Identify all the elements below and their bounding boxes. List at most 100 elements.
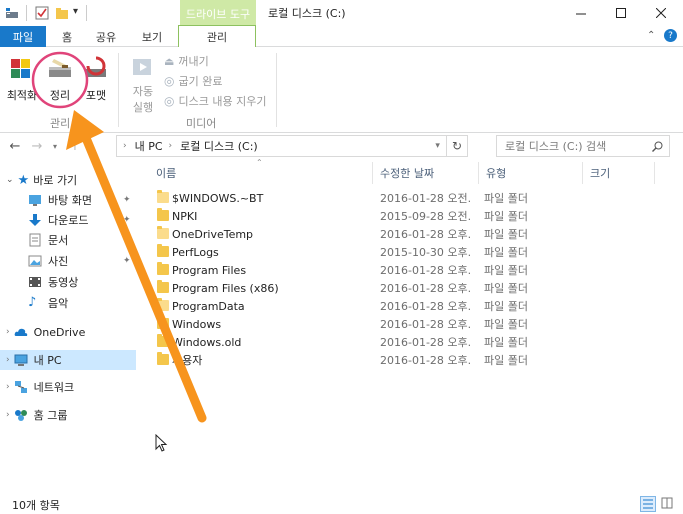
search-icon	[652, 141, 663, 152]
column-header-size[interactable]: 크기	[590, 165, 610, 181]
refresh-icon[interactable]: ↻	[452, 139, 462, 153]
pictures-icon	[28, 255, 42, 267]
nav-item-quick-access[interactable]: ⌄ ★ 바로 가기	[0, 170, 136, 190]
file-row[interactable]: OneDriveTemp 2016-01-28 오후... 파일 폴더	[150, 225, 655, 243]
back-button[interactable]: ←	[6, 137, 24, 155]
large-icons-view-button[interactable]	[660, 496, 676, 512]
ribbon-tab-row: 파일 홈 공유 보기 관리 ⌃ ?	[0, 25, 683, 47]
breadcrumb-this-pc[interactable]: 내 PC	[135, 138, 163, 154]
tab-home[interactable]: 홈	[54, 26, 80, 47]
file-name: Program Files	[172, 263, 247, 277]
finish-burning-label: 굽기 완료	[178, 75, 223, 88]
file-row[interactable]: Program Files (x86) 2016-01-28 오후... 파일 …	[150, 279, 655, 297]
eject-button[interactable]: ⏏ 꺼내기	[164, 53, 209, 69]
erase-disc-button[interactable]: ◎ 디스크 내용 지우기	[164, 93, 266, 109]
collapse-ribbon-icon[interactable]: ⌃	[647, 30, 655, 41]
file-date: 2016-01-28 오후...	[380, 354, 472, 367]
file-type: 파일 폴더	[484, 300, 528, 313]
new-folder-icon[interactable]	[54, 5, 70, 21]
sort-ascending-icon: ⌃	[256, 158, 263, 167]
cleanup-button[interactable]: 정리	[42, 55, 78, 103]
tab-share[interactable]: 공유	[88, 26, 124, 47]
column-divider[interactable]	[478, 162, 479, 184]
tab-manage[interactable]: 관리	[178, 25, 256, 47]
file-row[interactable]: 사용자 2016-01-28 오후... 파일 폴더	[150, 351, 655, 369]
nav-label: 동영상	[48, 276, 79, 289]
pin-icon[interactable]: ✦	[123, 195, 131, 205]
column-divider[interactable]	[372, 162, 373, 184]
tab-view[interactable]: 보기	[134, 26, 170, 47]
column-header-type[interactable]: 유형	[486, 165, 506, 181]
nav-item-downloads[interactable]: 다운로드 ✦	[0, 210, 136, 230]
optimize-button[interactable]: 최적화	[4, 55, 40, 103]
pin-icon[interactable]: ✦	[123, 256, 131, 266]
column-header-modified[interactable]: 수정한 날짜	[380, 165, 434, 181]
computer-icon	[14, 354, 28, 366]
eject-icon: ⏏	[164, 54, 175, 68]
properties-icon[interactable]	[34, 5, 50, 21]
download-arrow-icon	[29, 214, 41, 226]
column-divider[interactable]	[582, 162, 583, 184]
nav-item-documents[interactable]: 문서 ✦	[0, 230, 136, 250]
details-view-button[interactable]	[640, 496, 656, 512]
close-button[interactable]	[638, 0, 683, 26]
nav-label: 음악	[48, 297, 69, 310]
file-row[interactable]: Windows 2016-01-28 오후... 파일 폴더	[150, 315, 655, 333]
forward-button[interactable]: →	[28, 137, 46, 155]
nav-item-pictures[interactable]: 사진 ✦	[0, 251, 136, 271]
group-media-label: 미디어	[186, 117, 217, 130]
file-date: 2016-01-28 오후...	[380, 282, 472, 295]
file-name: Windows	[172, 317, 222, 331]
file-row[interactable]: Program Files 2016-01-28 오후... 파일 폴더	[150, 261, 655, 279]
autoplay-label-1: 자동	[132, 85, 154, 98]
chevron-down-icon[interactable]: ⌄	[6, 175, 14, 185]
nav-item-homegroup[interactable]: › 홈 그룹	[0, 405, 136, 425]
format-button[interactable]: 포맷	[80, 55, 112, 103]
autoplay-button[interactable]: 자동 실행	[124, 55, 162, 115]
quick-access-dropdown[interactable]: ▾	[73, 6, 78, 17]
details-view-icon	[643, 499, 653, 509]
document-icon	[29, 233, 41, 247]
chevron-right-icon[interactable]: ›	[6, 355, 10, 365]
column-header-name[interactable]: 이름	[156, 165, 176, 181]
recent-locations-dropdown[interactable]: ▾	[46, 137, 64, 155]
file-row[interactable]: $WINDOWS.~BT 2016-01-28 오전... 파일 폴더	[150, 189, 655, 207]
nav-label: 바로 가기	[33, 174, 78, 187]
nav-item-network[interactable]: › 네트워크	[0, 377, 136, 397]
chevron-right-icon[interactable]: ›	[6, 327, 10, 337]
nav-item-desktop[interactable]: 바탕 화면 ✦	[0, 190, 136, 210]
nav-item-videos[interactable]: 동영상	[0, 272, 136, 292]
tab-file[interactable]: 파일	[0, 26, 46, 47]
nav-item-music[interactable]: ♪ 음악	[0, 293, 136, 313]
file-type: 파일 폴더	[484, 228, 528, 241]
pin-icon[interactable]: ✦	[123, 235, 131, 245]
nav-label: 다운로드	[48, 214, 89, 227]
file-name: 사용자	[172, 354, 203, 367]
file-date: 2016-01-28 오후...	[380, 300, 472, 313]
finish-burning-button[interactable]: ◎ 굽기 완료	[164, 73, 222, 89]
cleanup-label: 정리	[49, 89, 71, 102]
folder-icon	[157, 298, 169, 311]
up-button[interactable]: ↑	[66, 137, 84, 155]
chevron-right-icon[interactable]: ›	[6, 410, 10, 420]
item-count: 10개 항목	[12, 499, 60, 512]
address-bar[interactable]: › 내 PC › 로컬 디스크 (C:) ▾ ↻	[116, 135, 468, 157]
file-row[interactable]: ProgramData 2016-01-28 오후... 파일 폴더	[150, 297, 655, 315]
file-row[interactable]: Windows.old 2016-01-28 오후... 파일 폴더	[150, 333, 655, 351]
file-type: 파일 폴더	[484, 192, 528, 205]
burn-disc-icon: ◎	[164, 74, 175, 88]
chevron-right-icon[interactable]: ›	[6, 382, 10, 392]
nav-item-onedrive[interactable]: › OneDrive	[0, 322, 136, 342]
file-row[interactable]: NPKI 2015-09-28 오전... 파일 폴더	[150, 207, 655, 225]
breadcrumb-drive[interactable]: 로컬 디스크 (C:)	[180, 138, 258, 154]
file-row[interactable]: PerfLogs 2015-10-30 오후... 파일 폴더	[150, 243, 655, 261]
file-name: $WINDOWS.~BT	[172, 191, 264, 205]
pin-icon[interactable]: ✦	[123, 215, 131, 225]
column-divider[interactable]	[654, 162, 655, 184]
nav-label: 바탕 화면	[48, 194, 92, 207]
nav-item-this-pc[interactable]: › 내 PC	[0, 350, 136, 370]
help-icon[interactable]: ?	[664, 29, 677, 42]
search-input[interactable]: 로컬 디스크 (C:) 검색	[496, 135, 670, 157]
address-dropdown-icon[interactable]: ▾	[435, 141, 440, 151]
file-name: ProgramData	[172, 299, 245, 313]
